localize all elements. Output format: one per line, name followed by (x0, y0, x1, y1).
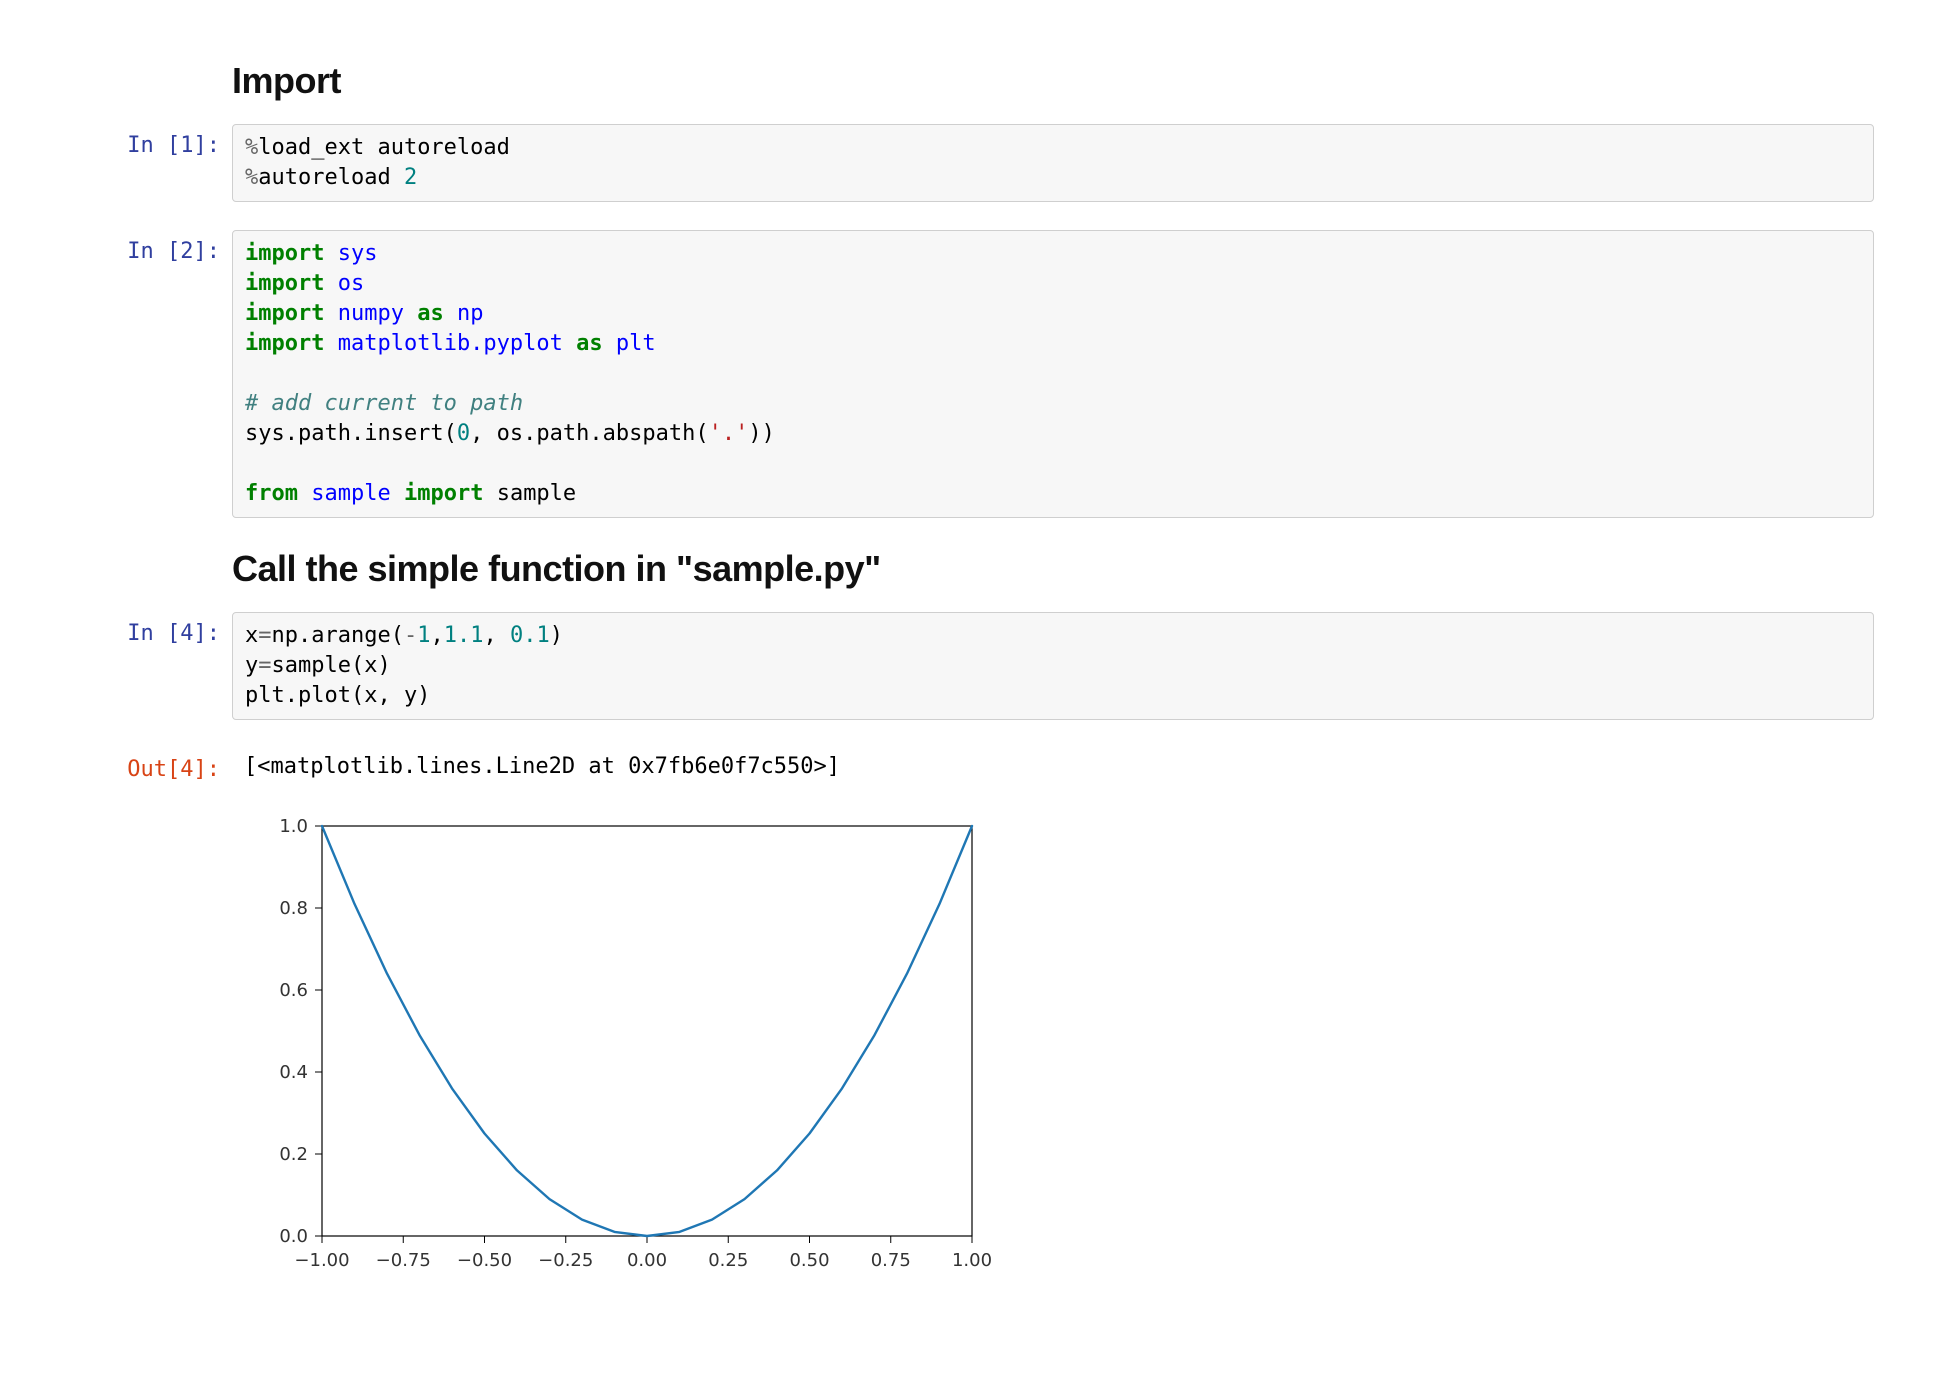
svg-text:−0.75: −0.75 (376, 1250, 431, 1271)
svg-text:−0.25: −0.25 (538, 1250, 593, 1271)
svg-text:0.25: 0.25 (708, 1250, 748, 1271)
svg-text:0.2: 0.2 (279, 1144, 308, 1165)
svg-text:1.00: 1.00 (952, 1250, 992, 1271)
svg-text:0.8: 0.8 (279, 898, 308, 919)
svg-text:0.00: 0.00 (627, 1250, 667, 1271)
code-input-1[interactable]: %load_ext autoreload %autoreload 2 (232, 124, 1874, 202)
svg-text:0.6: 0.6 (279, 980, 308, 1001)
code-cell-4: In [4]: x=np.arange(-1,1.1, 0.1) y=sampl… (60, 612, 1874, 720)
code-cell-2: In [2]: import sys import os import nump… (60, 230, 1874, 518)
code-input-4[interactable]: x=np.arange(-1,1.1, 0.1) y=sample(x) plt… (232, 612, 1874, 720)
output-cell-4: Out[4]: [<matplotlib.lines.Line2D at 0x7… (60, 748, 1874, 786)
svg-text:0.4: 0.4 (279, 1062, 308, 1083)
svg-text:0.0: 0.0 (279, 1226, 308, 1247)
section-heading-call: Call the simple function in "sample.py" (232, 548, 1874, 590)
svg-text:−0.50: −0.50 (457, 1250, 512, 1271)
line-chart: 0.0 0.2 0.4 0.6 0.8 1.0 −1.00 −0.75 −0.50 −0.25 0.… (232, 806, 1002, 1296)
section-heading-import: Import (232, 60, 1874, 102)
svg-text:1.0: 1.0 (279, 816, 308, 837)
code-input-2[interactable]: import sys import os import numpy as np … (232, 230, 1874, 518)
code-cell-1: In [1]: %load_ext autoreload %autoreload… (60, 124, 1874, 202)
svg-text:0.75: 0.75 (871, 1250, 911, 1271)
chart-output: 0.0 0.2 0.4 0.6 0.8 1.0 −1.00 −0.75 −0.50 −0.25 0.… (232, 806, 1874, 1296)
svg-text:0.50: 0.50 (789, 1250, 829, 1271)
prompt-out-4: Out[4]: (60, 748, 232, 784)
prompt-in-4: In [4]: (60, 612, 232, 648)
svg-text:−1.00: −1.00 (294, 1250, 349, 1271)
output-text-4: [<matplotlib.lines.Line2D at 0x7fb6e0f7c… (232, 748, 1874, 786)
prompt-in-2: In [2]: (60, 230, 232, 266)
prompt-in-1: In [1]: (60, 124, 232, 160)
